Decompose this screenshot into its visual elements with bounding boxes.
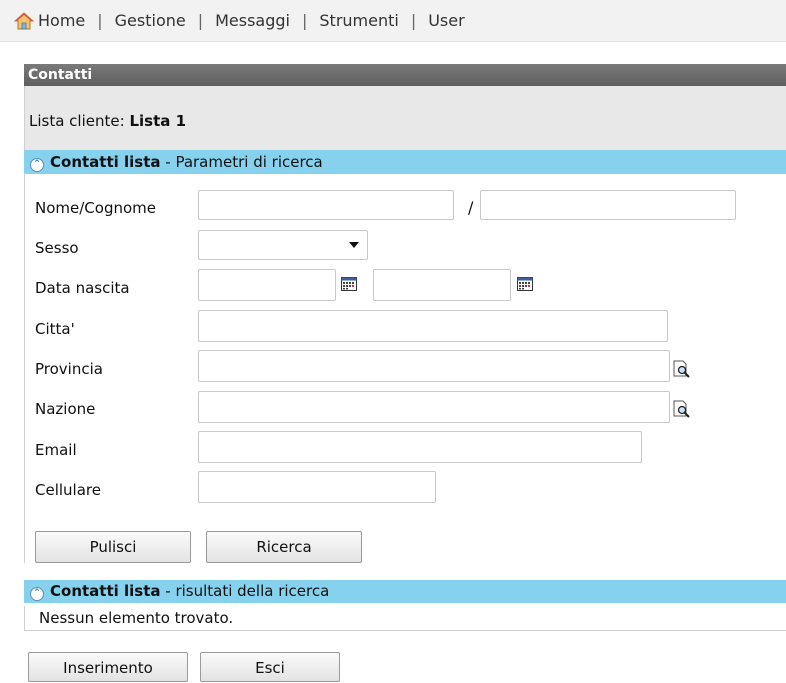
cognome-input[interactable]	[480, 190, 736, 220]
search-form: Nome/Cognome / Sesso Data nascita Citta'…	[24, 173, 786, 563]
list-label: Lista cliente:	[29, 112, 125, 130]
lookup-magnifier-icon[interactable]	[673, 360, 691, 378]
data-nascita-to-input[interactable]	[373, 269, 511, 301]
nav-strumenti[interactable]: Strumenti	[319, 11, 398, 30]
pulisci-button[interactable]: Pulisci	[35, 531, 191, 563]
nazione-label: Nazione	[35, 400, 96, 418]
sesso-label: Sesso	[35, 239, 79, 257]
email-label: Email	[35, 441, 77, 459]
inserimento-button[interactable]: Inserimento	[28, 652, 188, 682]
esci-button[interactable]: Esci	[200, 652, 340, 682]
panel-title: Contatti	[24, 64, 786, 86]
nav-user[interactable]: User	[428, 11, 464, 30]
cellulare-label: Cellulare	[35, 481, 101, 499]
nav-separator: |	[197, 11, 204, 30]
chevron-down-icon	[349, 242, 359, 248]
cellulare-input[interactable]	[198, 471, 436, 503]
calendar-icon[interactable]	[517, 277, 533, 291]
list-name: Lista 1	[129, 112, 187, 130]
top-navigation: Home | Gestione | Messaggi | Strumenti |…	[0, 0, 786, 42]
section-title: Contatti lista	[50, 582, 161, 600]
lookup-magnifier-icon[interactable]	[673, 400, 691, 418]
email-input[interactable]	[198, 431, 642, 463]
nav-gestione[interactable]: Gestione	[115, 11, 186, 30]
nome-cognome-label: Nome/Cognome	[35, 199, 156, 217]
name-separator: /	[468, 198, 474, 217]
section-title: Contatti lista	[50, 153, 161, 171]
search-section-header[interactable]: ⌃ Contatti lista - Parametri di ricerca	[24, 150, 786, 174]
collapse-up-icon[interactable]: ⌃	[30, 587, 44, 601]
nav-separator: |	[302, 11, 308, 30]
nav-home[interactable]: Home	[38, 11, 85, 30]
list-info: Lista cliente: Lista 1	[24, 86, 786, 150]
citta-label: Citta'	[35, 320, 75, 338]
nav-messaggi[interactable]: Messaggi	[215, 11, 290, 30]
home-icon[interactable]	[13, 11, 35, 30]
provincia-label: Provincia	[35, 360, 103, 378]
section-subtitle: - Parametri di ricerca	[160, 153, 323, 171]
empty-results-message: Nessun elemento trovato.	[24, 606, 786, 631]
nav-separator: |	[410, 11, 417, 30]
citta-input[interactable]	[198, 310, 668, 342]
calendar-icon[interactable]	[341, 277, 357, 291]
collapse-up-icon[interactable]: ⌃	[30, 158, 44, 172]
sesso-select[interactable]	[198, 230, 368, 260]
nav-separator: |	[97, 11, 103, 30]
section-subtitle: - risultati della ricerca	[160, 582, 330, 600]
data-nascita-label: Data nascita	[35, 279, 130, 297]
data-nascita-from-input[interactable]	[198, 269, 336, 301]
nazione-input[interactable]	[198, 391, 670, 423]
nome-input[interactable]	[198, 190, 454, 220]
results-section-header[interactable]: ⌃ Contatti lista - risultati della ricerc…	[24, 580, 786, 603]
ricerca-button[interactable]: Ricerca	[206, 531, 362, 563]
provincia-input[interactable]	[198, 350, 670, 382]
